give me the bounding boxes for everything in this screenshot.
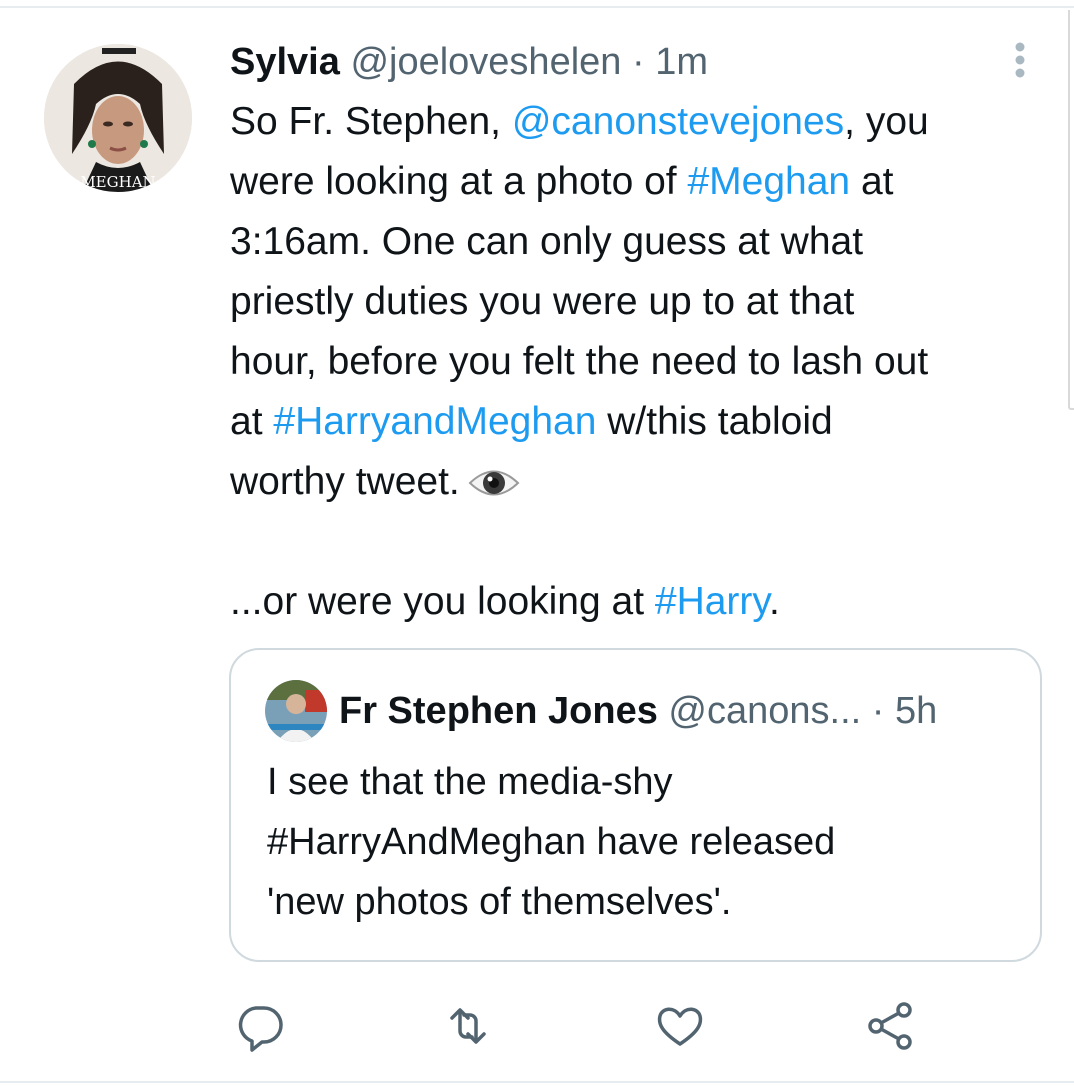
tweet-text: So Fr. Stephen, @canonstevejones, you wer…	[230, 92, 1050, 632]
quoted-tweet-text: I see that the media-shy #HarryAndMeghan…	[267, 752, 1027, 932]
top-divider	[0, 6, 1074, 8]
tweet-text-line: worthy tweet.	[230, 452, 1050, 512]
bottom-divider	[0, 1081, 1074, 1083]
more-vertical-icon	[1015, 42, 1025, 78]
text-segment: 3:16am. One can only guess at what	[230, 220, 864, 263]
retweet-button[interactable]	[440, 998, 496, 1054]
quoted-avatar[interactable]	[265, 680, 327, 742]
tweet-text-line: So Fr. Stephen, @canonstevejones, you	[230, 92, 1050, 152]
user-handle[interactable]: @joeloveshelen	[350, 41, 621, 83]
scrollbar[interactable]	[1068, 10, 1074, 410]
text-segment: .	[769, 580, 780, 623]
text-segment: So Fr. Stephen,	[230, 100, 512, 143]
text-segment: , you	[844, 100, 929, 143]
text-segment: worthy tweet.	[230, 460, 460, 503]
reply-button[interactable]	[232, 998, 288, 1054]
share-button[interactable]	[862, 998, 918, 1054]
quoted-timestamp[interactable]: 5h	[895, 690, 937, 732]
tweet-text-line: at #HarryandMeghan w/this tabloid	[230, 392, 1050, 452]
tweet-text-line: were looking at a photo of #Meghan at	[230, 152, 1050, 212]
hashtag-link[interactable]: #Meghan	[687, 160, 850, 203]
tweet-text-line: ...or were you looking at #Harry.	[230, 572, 1050, 632]
hashtag-link[interactable]: #HarryandMeghan	[273, 400, 596, 443]
quoted-separator-dot: ·	[871, 690, 885, 732]
tweet-text-line: priestly duties you were up to at that	[230, 272, 1050, 332]
avatar[interactable]: MEGHAN	[44, 44, 192, 192]
text-segment: priestly duties you were up to at that	[230, 280, 855, 323]
tweet-text-line: hour, before you felt the need to lash o…	[230, 332, 1050, 392]
like-button[interactable]	[652, 998, 708, 1054]
more-options-button[interactable]	[1004, 40, 1036, 84]
quoted-display-name[interactable]: Fr Stephen Jones	[339, 690, 658, 732]
text-segment: were looking at a photo of	[230, 160, 688, 203]
mention-link[interactable]: @canonstevejones	[512, 100, 844, 143]
like-icon	[657, 1007, 703, 1046]
text-segment: hour, before you felt the need to lash o…	[230, 340, 929, 383]
quoted-text-line: #HarryAndMeghan have released	[267, 821, 836, 863]
share-icon	[868, 1002, 912, 1050]
hashtag-link[interactable]: #Harry	[655, 580, 769, 623]
text-segment: ...or were you looking at	[230, 580, 655, 623]
tweet-text-line: 3:16am. One can only guess at what	[230, 212, 1050, 272]
quoted-user-handle[interactable]: @canons...	[668, 690, 861, 732]
text-segment: at	[850, 160, 894, 203]
retweet-icon	[450, 1008, 486, 1044]
quoted-text-line: 'new photos of themselves'.	[267, 881, 732, 923]
tweet-header: Sylvia @joeloveshelen · 1m	[230, 38, 708, 86]
quoted-tweet-card[interactable]: Fr Stephen Jones @canons... · 5h I see t…	[229, 648, 1042, 962]
display-name[interactable]: Sylvia	[230, 41, 340, 83]
avatar-caption: MEGHAN	[80, 173, 155, 191]
quoted-text-line: I see that the media-shy	[267, 761, 673, 803]
eye-icon	[468, 470, 520, 496]
quoted-tweet-header: Fr Stephen Jones @canons... · 5h	[339, 684, 937, 738]
reply-icon	[238, 1006, 283, 1052]
timestamp[interactable]: 1m	[655, 41, 708, 83]
text-segment: w/this tabloid	[596, 400, 833, 443]
text-segment: at	[230, 400, 274, 443]
separator-dot: ·	[631, 41, 645, 83]
